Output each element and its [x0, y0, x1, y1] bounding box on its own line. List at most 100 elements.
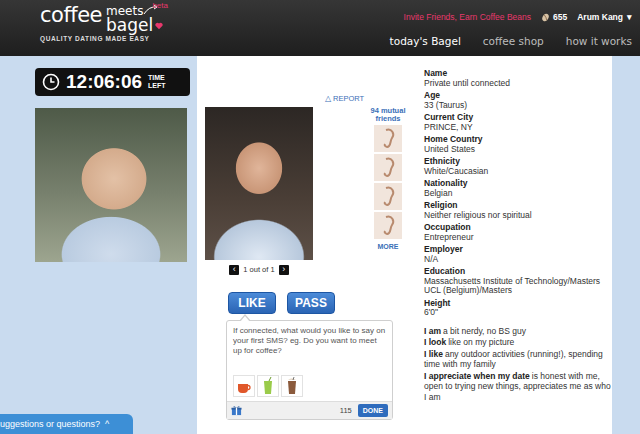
like-button[interactable]: LIKE: [228, 292, 276, 314]
logo-word: coffee: [40, 3, 102, 27]
field-value: White/Caucasian: [424, 167, 612, 177]
warning-icon: △: [325, 93, 331, 104]
frappe-icon: [284, 377, 300, 395]
photo-pager: ‹ 1 out of 1 ›: [205, 265, 313, 275]
field-value: UCL (Belgium)/Masters: [424, 286, 612, 296]
friend-thumbnail[interactable]: [374, 212, 402, 239]
user-name: Arum Kang: [577, 12, 623, 22]
friend-photo-icon: [374, 125, 402, 152]
logo-word: bagel: [106, 17, 153, 34]
match-panel: △ REPORT 94mutual friends MORE ‹ 1 out o…: [197, 56, 612, 434]
field-label: Age: [424, 91, 612, 101]
feedback-label: uggestions or questions?: [0, 419, 100, 429]
caret-icon: ▾: [627, 12, 632, 22]
report-label: REPORT: [333, 93, 364, 104]
message-input[interactable]: [227, 321, 392, 373]
field-value: 33 (Taurus): [424, 101, 612, 111]
logo-word: meets: [106, 5, 143, 17]
gift-icon[interactable]: [231, 405, 242, 416]
profile-field: Home CountryUnited States: [424, 135, 612, 154]
beans-count: 655: [541, 12, 567, 22]
char-count: 115: [340, 405, 352, 416]
nav-tab[interactable]: coffee shop: [483, 35, 544, 48]
message-box: 115 DONE: [226, 320, 393, 420]
field-label: Nationality: [424, 179, 612, 189]
about-lead: I am: [424, 326, 441, 336]
field-value: Belgian: [424, 189, 612, 199]
field-label: Employer: [424, 245, 612, 255]
coffee-bean-icon: [541, 13, 550, 22]
prev-button[interactable]: ‹: [229, 265, 239, 275]
field-value: 6'0": [424, 308, 612, 318]
about-line: I likeany outdoor activities (running!),…: [424, 349, 612, 370]
profile-field: ReligionNeither religious nor spiritual: [424, 201, 612, 220]
field-value: PRINCE, NY: [424, 123, 612, 133]
time-left: 12:06:06: [66, 71, 142, 93]
mutual-count: 94: [371, 106, 379, 115]
clock-icon: [42, 73, 60, 91]
friend-photo-icon: [374, 212, 402, 239]
about-line: I ama bit nerdy, no BS guy: [424, 326, 612, 337]
profile-field: EmployerN/A: [424, 245, 612, 264]
field-value: Entrepreneur: [424, 233, 612, 243]
friend-thumbnail[interactable]: [374, 183, 402, 210]
main-nav: today's Bagel coffee shop how it works: [390, 35, 632, 48]
about-lead: I look: [424, 337, 446, 347]
match-photo[interactable]: [205, 107, 313, 260]
field-label: Current City: [424, 113, 612, 123]
profile-field: EducationMassachusetts Institute of Tech…: [424, 267, 612, 296]
drink-option[interactable]: [257, 375, 279, 397]
friend-thumbnail[interactable]: [374, 154, 402, 181]
field-value: Neither religious nor spiritual: [424, 211, 612, 221]
beta-badge: beta: [152, 0, 168, 12]
about-text: like on my picture: [448, 337, 514, 347]
about-text: a bit nerdy, no BS guy: [443, 326, 526, 336]
pager-label: 1 out of 1: [243, 265, 274, 275]
top-bar: coffee meets bagel beta QUALITY DATING M…: [0, 0, 640, 56]
field-label: Education: [424, 267, 612, 277]
about-line: I appreciate when my dateis honest with …: [424, 371, 612, 403]
about-text: any outdoor activities (running!), spend…: [424, 349, 603, 370]
left-column: 12:06:06 TIME LEFT: [0, 56, 197, 434]
profile-details: NamePrivate until connected Age33 (Taurus…: [424, 56, 612, 434]
drink-option[interactable]: [281, 375, 303, 397]
feedback-tab[interactable]: uggestions or questions? ^: [0, 414, 133, 434]
drink-option[interactable]: [233, 375, 255, 397]
heart-icon: [155, 22, 163, 30]
beans-value: 655: [553, 12, 567, 22]
next-button[interactable]: ›: [279, 265, 289, 275]
about-lead: I like: [424, 349, 443, 359]
mutual-friends: 94mutual friends MORE: [368, 107, 408, 251]
field-label: Occupation: [424, 223, 612, 233]
expand-icon: ^: [105, 419, 109, 429]
invite-link[interactable]: Invite Friends, Earn Coffee Beans: [404, 12, 531, 22]
profile-field: NationalityBelgian: [424, 179, 612, 198]
friend-photo-icon: [374, 183, 402, 210]
profile-field: Current CityPRINCE, NY: [424, 113, 612, 132]
tagline: QUALITY DATING MADE EASY: [40, 35, 170, 43]
user-menu[interactable]: Arum Kang ▾: [577, 12, 632, 22]
done-button[interactable]: DONE: [358, 404, 388, 417]
logo[interactable]: coffee meets bagel beta QUALITY DATING M…: [40, 0, 170, 56]
mutual-friends-link[interactable]: 94mutual friends: [368, 107, 408, 123]
own-photo: [35, 108, 187, 262]
profile-field: Height6'0": [424, 299, 612, 318]
report-link[interactable]: △ REPORT: [205, 93, 417, 104]
nav-tab[interactable]: how it works: [566, 35, 632, 48]
more-link[interactable]: MORE: [378, 243, 399, 251]
nav-tab[interactable]: today's Bagel: [390, 35, 461, 48]
field-label: Ethnicity: [424, 157, 612, 167]
about-lead: I appreciate when my date: [424, 371, 530, 381]
time-unit: LEFT: [148, 82, 166, 90]
profile-field: OccupationEntrepreneur: [424, 223, 612, 242]
profile-field: EthnicityWhite/Caucasian: [424, 157, 612, 176]
about-line: I looklike on my picture: [424, 337, 612, 348]
field-value: Private until connected: [424, 79, 612, 89]
field-label: Height: [424, 299, 612, 309]
profile-field: NamePrivate until connected: [424, 69, 612, 88]
pass-button[interactable]: PASS: [287, 292, 335, 314]
field-value: Massachusetts Institute of Technology/Ma…: [424, 277, 612, 287]
mutual-label: mutual friends: [375, 106, 405, 123]
friend-thumbnail[interactable]: [374, 125, 402, 152]
countdown-timer: 12:06:06 TIME LEFT: [35, 68, 190, 96]
